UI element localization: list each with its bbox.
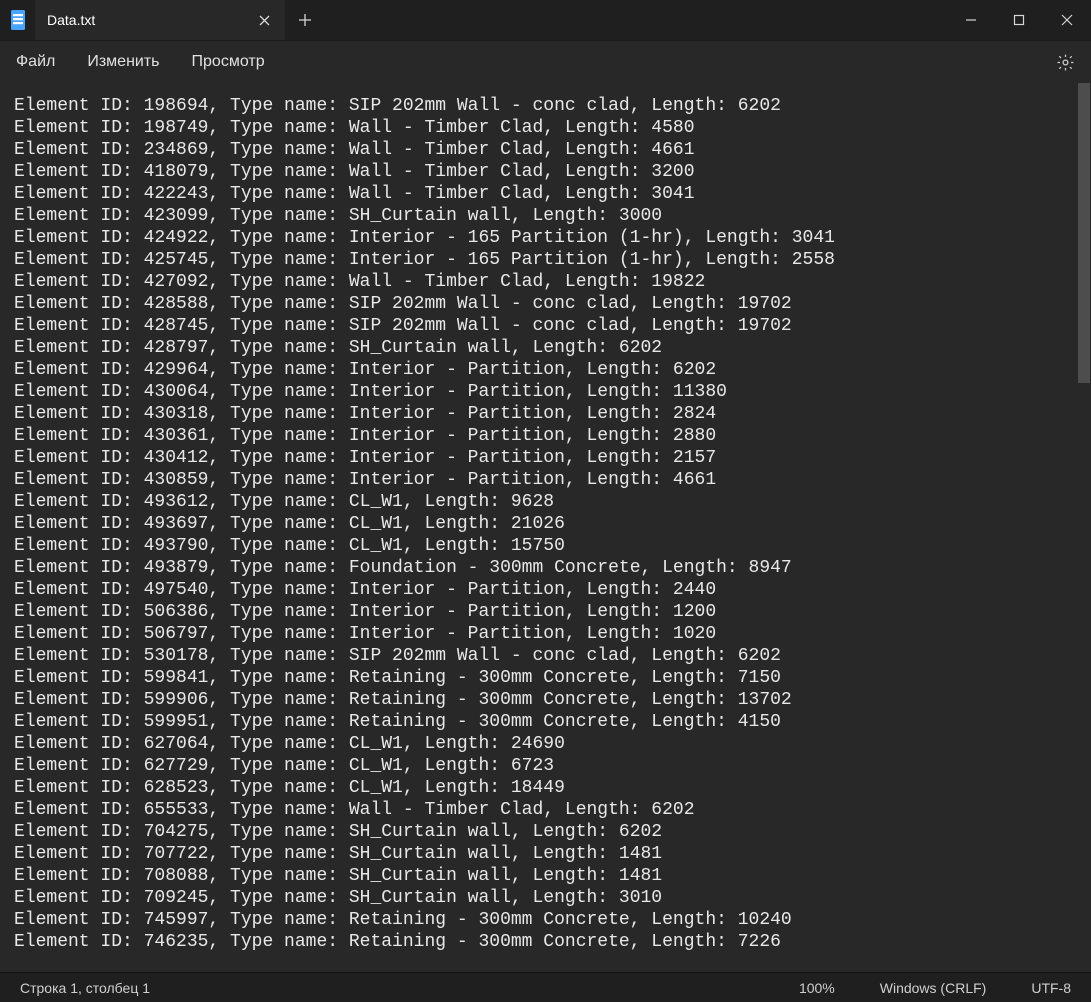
tab-title: Data.txt xyxy=(47,12,245,28)
notepad-app-icon xyxy=(0,9,35,31)
status-cursor[interactable]: Строка 1, столбец 1 xyxy=(20,980,150,996)
editor-wrap: Element ID: 198694, Type name: SIP 202mm… xyxy=(0,83,1091,972)
tab-close-button[interactable] xyxy=(255,11,273,29)
minimize-button[interactable] xyxy=(947,0,995,40)
menu-view[interactable]: Просмотр xyxy=(176,41,281,84)
status-right: 100% Windows (CRLF) UTF-8 xyxy=(799,980,1071,996)
close-button[interactable] xyxy=(1043,0,1091,40)
maximize-button[interactable] xyxy=(995,0,1043,40)
scrollbar-thumb[interactable] xyxy=(1078,83,1090,383)
titlebar: Data.txt xyxy=(0,0,1091,40)
menus: Файл Изменить Просмотр xyxy=(0,41,281,84)
window-controls xyxy=(947,0,1091,40)
status-line-ending[interactable]: Windows (CRLF) xyxy=(880,980,987,996)
menu-file[interactable]: Файл xyxy=(0,41,71,84)
new-tab-button[interactable] xyxy=(285,13,325,27)
settings-button[interactable] xyxy=(1047,44,1083,80)
titlebar-left: Data.txt xyxy=(0,0,325,40)
status-zoom[interactable]: 100% xyxy=(799,980,835,996)
vertical-scrollbar[interactable] xyxy=(1077,83,1091,972)
status-encoding[interactable]: UTF-8 xyxy=(1031,980,1071,996)
editor-content[interactable]: Element ID: 198694, Type name: SIP 202mm… xyxy=(0,83,1077,972)
statusbar: Строка 1, столбец 1 100% Windows (CRLF) … xyxy=(0,972,1091,1002)
tab-data-txt[interactable]: Data.txt xyxy=(35,0,285,40)
menubar: Файл Изменить Просмотр xyxy=(0,40,1091,83)
menu-edit[interactable]: Изменить xyxy=(71,41,175,84)
